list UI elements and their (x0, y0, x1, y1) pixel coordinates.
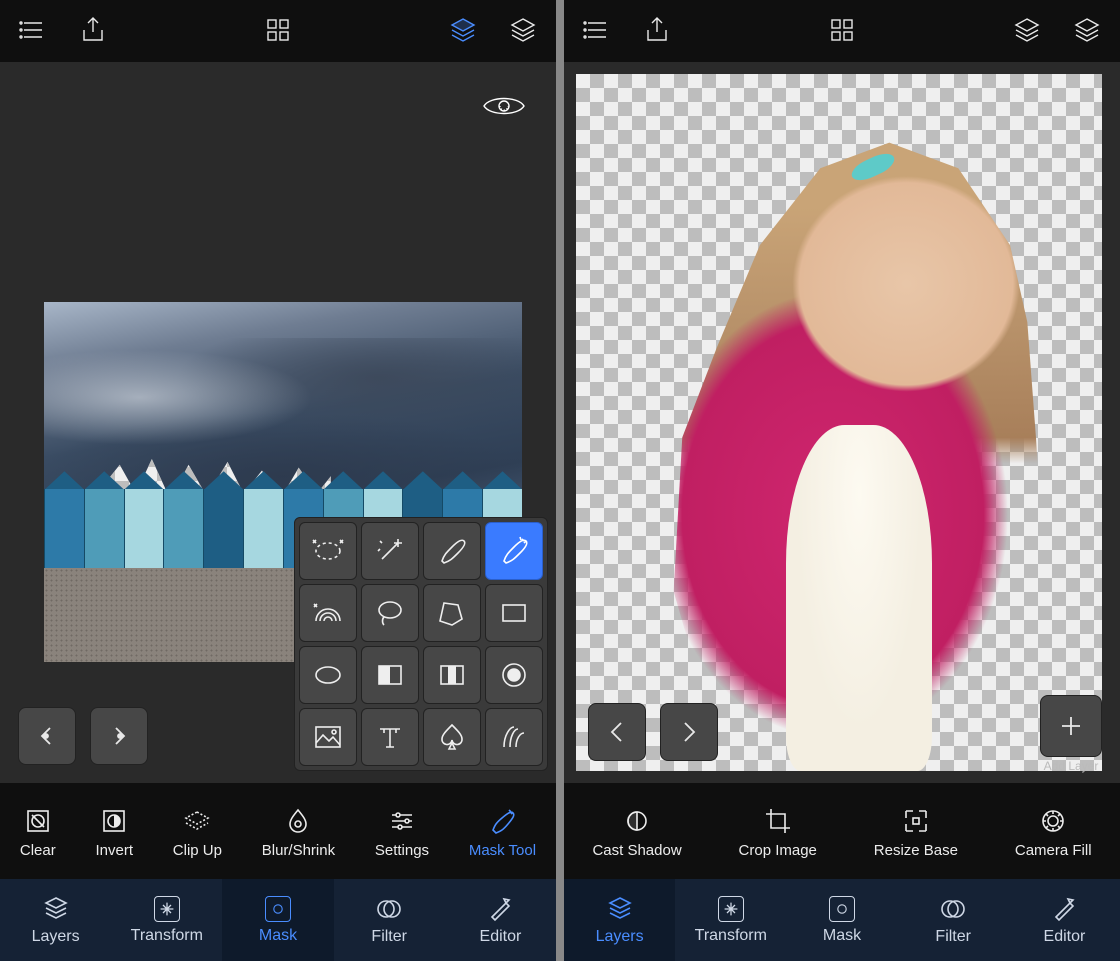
magic-brush-icon[interactable] (485, 522, 543, 580)
crop-image-button[interactable]: Crop Image (739, 806, 817, 859)
settings-button[interactable]: Settings (375, 806, 429, 859)
bottom-tabs: Layers Transform Mask Filter Editor (0, 879, 556, 961)
layers-stack-icon[interactable] (1012, 15, 1042, 50)
add-layer-button[interactable] (1040, 695, 1102, 757)
gradient-arc-icon[interactable] (299, 584, 357, 642)
tab-transform[interactable]: Transform (111, 879, 222, 961)
blur-shrink-button[interactable]: Blur/Shrink (262, 806, 335, 859)
visibility-icon[interactable] (482, 92, 526, 125)
undo-redo (18, 707, 148, 765)
list-icon[interactable] (18, 15, 48, 50)
resize-base-button[interactable]: Resize Base (874, 806, 958, 859)
top-toolbar (0, 0, 556, 62)
right-screen: Add Layer Cast Shadow Crop Image Resize … (564, 0, 1120, 961)
clear-button[interactable]: Clear (20, 806, 56, 859)
mirror-gradient-icon[interactable] (423, 646, 481, 704)
cast-shadow-button[interactable]: Cast Shadow (592, 806, 681, 859)
layers-icon[interactable] (1072, 15, 1102, 50)
add-layer[interactable]: Add Layer (1040, 695, 1102, 773)
text-icon[interactable] (361, 708, 419, 766)
next-button[interactable] (660, 703, 718, 761)
rectangle-icon[interactable] (485, 584, 543, 642)
redo-button[interactable] (90, 707, 148, 765)
invert-button[interactable]: Invert (96, 806, 134, 859)
share-icon[interactable] (642, 15, 672, 50)
mask-tool-grid (294, 517, 548, 771)
bottom-tabs: Layers Transform Mask Filter Editor (564, 879, 1120, 961)
tab-mask[interactable]: Mask (786, 879, 897, 961)
landscape-icon[interactable] (299, 708, 357, 766)
magic-wand-icon[interactable] (361, 522, 419, 580)
layers-toolbar: Cast Shadow Crop Image Resize Base Camer… (564, 783, 1120, 879)
auto-lasso-icon[interactable] (299, 522, 357, 580)
undo-button[interactable] (18, 707, 76, 765)
tab-layers[interactable]: Layers (0, 879, 111, 961)
prev-next (588, 703, 718, 761)
lasso-icon[interactable] (361, 584, 419, 642)
grid-icon[interactable] (827, 15, 857, 50)
list-icon[interactable] (582, 15, 612, 50)
hair-icon[interactable] (485, 708, 543, 766)
spade-icon[interactable] (423, 708, 481, 766)
tab-editor[interactable]: Editor (445, 879, 556, 961)
radial-gradient-icon[interactable] (485, 646, 543, 704)
prev-button[interactable] (588, 703, 646, 761)
tab-mask[interactable]: Mask (222, 879, 333, 961)
mask-toolbar: Clear Invert Clip Up Blur/Shrink Setting… (0, 783, 556, 879)
grid-icon[interactable] (263, 15, 293, 50)
tab-filter[interactable]: Filter (898, 879, 1009, 961)
camera-fill-button[interactable]: Camera Fill (1015, 806, 1092, 859)
tab-editor[interactable]: Editor (1009, 879, 1120, 961)
layers-icon[interactable] (508, 15, 538, 50)
linear-gradient-icon[interactable] (361, 646, 419, 704)
tab-transform[interactable]: Transform (675, 879, 786, 961)
share-icon[interactable] (78, 15, 108, 50)
tab-filter[interactable]: Filter (334, 879, 445, 961)
top-toolbar (564, 0, 1120, 62)
left-screen: Clear Invert Clip Up Blur/Shrink Setting… (0, 0, 556, 961)
brush-icon[interactable] (423, 522, 481, 580)
ellipse-icon[interactable] (299, 646, 357, 704)
mask-tool-button[interactable]: Mask Tool (469, 806, 536, 859)
canvas-area[interactable] (0, 62, 556, 783)
polygon-icon[interactable] (423, 584, 481, 642)
active-layers-icon[interactable] (448, 15, 478, 50)
add-layer-label: Add Layer (1044, 759, 1099, 773)
tab-layers[interactable]: Layers (564, 879, 675, 961)
image-preview (576, 74, 1102, 771)
canvas-area[interactable]: Add Layer (564, 62, 1120, 783)
clip-up-button[interactable]: Clip Up (173, 806, 222, 859)
